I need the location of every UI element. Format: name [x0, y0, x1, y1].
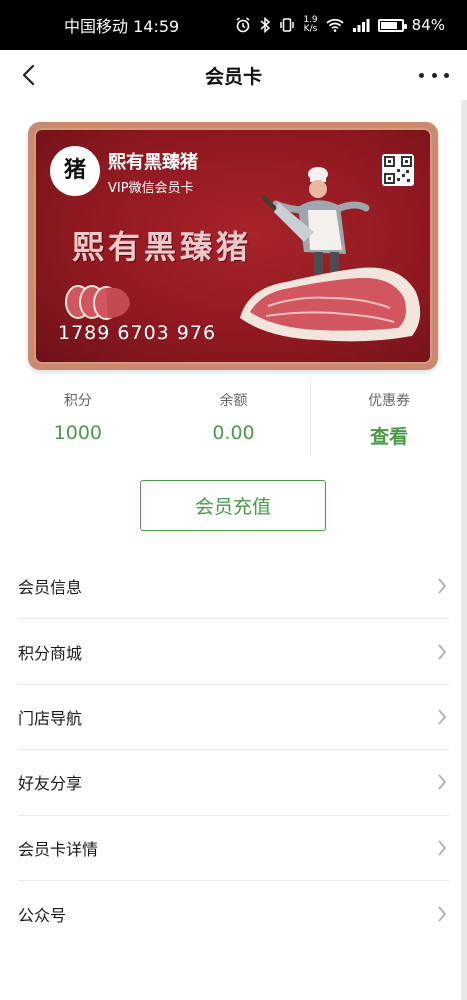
- status-icons: 1.9 K/s 84%: [235, 16, 445, 34]
- stat-label: 优惠券: [368, 393, 411, 409]
- stat-label: 积分: [63, 393, 92, 409]
- status-carrier-time: 中国移动 14:59: [64, 13, 179, 37]
- menu-item-card-details[interactable]: 会员卡详情: [18, 816, 449, 881]
- stat-value: 0.00: [212, 422, 255, 444]
- chevron-right-icon: [437, 773, 449, 791]
- battery-fill: [380, 21, 398, 29]
- sliced-meat-illustration: [65, 285, 130, 320]
- card-brand-name: 熙有黑臻猪: [108, 152, 198, 173]
- alarm-icon: [235, 17, 251, 33]
- chevron-right-icon: [437, 839, 449, 857]
- menu-item-label: 门店导航: [18, 708, 83, 728]
- nav-bar: 会员卡: [0, 50, 467, 100]
- battery-icon: [377, 18, 407, 32]
- brand-logo-char: 猪: [63, 158, 86, 183]
- menu-item-label: 会员卡详情: [18, 839, 99, 859]
- menu-item-points-mall[interactable]: 积分商城: [18, 619, 449, 685]
- card-subtitle: VIP微信会员卡: [108, 181, 194, 196]
- view-coupons-link[interactable]: 查看: [311, 422, 467, 449]
- network-speed: 1.9 K/s: [303, 16, 317, 34]
- stat-label: 余额: [219, 393, 248, 409]
- qr-code-icon[interactable]: [382, 154, 414, 186]
- more-dot: [444, 72, 449, 78]
- brand-logo: 猪: [50, 146, 100, 196]
- stat-value: 1000: [53, 422, 103, 444]
- chevron-right-icon: [437, 643, 449, 661]
- page-title: 会员卡: [204, 65, 262, 88]
- more-dot: [419, 72, 424, 78]
- stat-coupons[interactable]: 优惠券 查看: [311, 380, 467, 456]
- chevron-right-icon: [437, 905, 449, 923]
- wifi-icon: [326, 18, 344, 32]
- chef-illustration: [261, 167, 370, 274]
- chevron-right-icon: [437, 708, 449, 726]
- chevron-right-icon: [437, 577, 449, 595]
- bluetooth-icon: [259, 17, 271, 33]
- menu-item-share-friends[interactable]: 好友分享: [18, 750, 449, 816]
- meat-illustration: [240, 267, 421, 342]
- menu-item-label: 会员信息: [18, 578, 83, 598]
- carrier-time-text: 中国移动 14:59: [64, 17, 180, 36]
- vibrate-icon: [279, 17, 295, 33]
- menu-item-label: 公众号: [18, 905, 67, 925]
- more-dots-icon[interactable]: [419, 61, 449, 89]
- recharge-button[interactable]: 会员充值: [140, 480, 326, 531]
- menu-item-store-navigation[interactable]: 门店导航: [18, 685, 449, 751]
- member-stats: 积分 1000 余额 0.00 优惠券 查看: [0, 380, 467, 456]
- chevron-left-icon[interactable]: [14, 61, 42, 89]
- more-dot: [431, 72, 437, 78]
- card-number: 1789 6703 976: [58, 322, 217, 344]
- card-slogan: 熙有黑臻猪: [72, 228, 253, 266]
- signal-icon: [352, 18, 370, 32]
- speed-unit: K/s: [303, 24, 318, 34]
- menu-item-label: 好友分享: [18, 774, 83, 794]
- menu-item-label: 积分商城: [18, 643, 83, 663]
- menu-list: 会员信息 积分商城 门店导航 好友分享 会员卡详情 公众号: [18, 554, 449, 946]
- menu-item-official-account[interactable]: 公众号: [18, 881, 449, 946]
- battery-percent: 84%: [411, 16, 445, 34]
- status-bar: 中国移动 14:59 1.9 K/s 84%: [0, 0, 467, 50]
- stat-balance[interactable]: 余额 0.00: [156, 380, 312, 456]
- menu-item-member-info[interactable]: 会员信息: [18, 554, 449, 620]
- stat-divider: [310, 380, 311, 456]
- scrollbar[interactable]: [461, 100, 467, 1000]
- member-card[interactable]: 猪 熙有黑臻猪 VIP微信会员卡 熙有黑臻猪 1789 6703 976: [28, 122, 438, 370]
- stat-points[interactable]: 积分 1000: [0, 380, 156, 456]
